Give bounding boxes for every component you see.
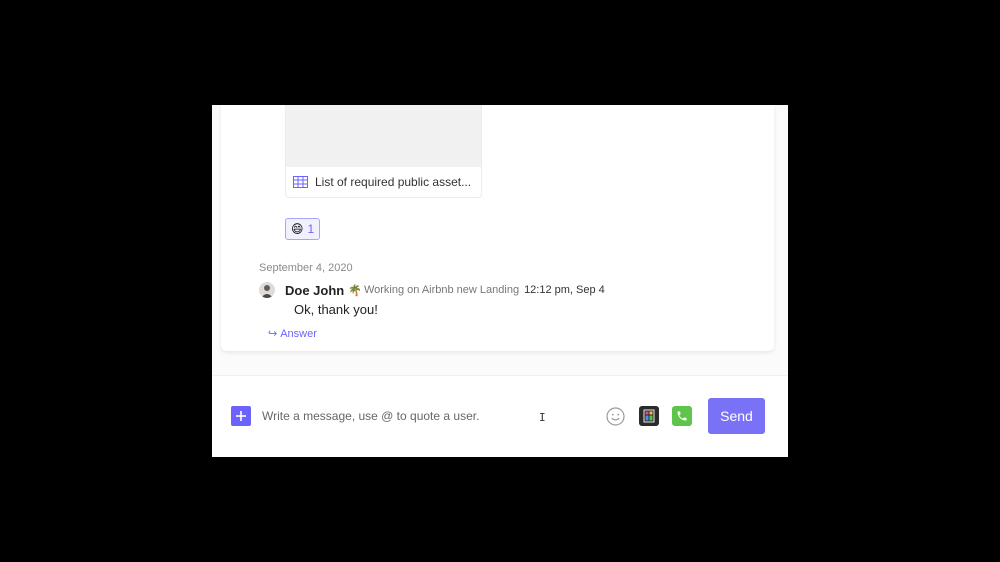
reaction-badge[interactable]: 😄 1 — [285, 218, 321, 240]
date-divider: September 4, 2020 — [259, 262, 353, 274]
message-thread: List of required public asset... 😄 1 Sep… — [221, 105, 774, 351]
document-button[interactable] — [639, 406, 659, 426]
user-status: Working on Airbnb new Landing — [363, 284, 520, 296]
add-attachment-button[interactable] — [231, 406, 251, 426]
message-timestamp: 12:12 pm, Sep 4 — [524, 284, 605, 296]
send-button[interactable]: Send — [708, 398, 765, 434]
attachment-row[interactable]: List of required public asset... — [286, 167, 481, 197]
document-icon — [643, 409, 655, 423]
text-cursor-icon: I — [539, 411, 546, 424]
call-button[interactable] — [672, 406, 692, 426]
attachment-card[interactable]: List of required public asset... — [285, 105, 482, 198]
answer-label: Answer — [280, 327, 317, 340]
attachment-preview[interactable] — [286, 105, 481, 167]
reply-arrow-icon: ↪ — [268, 328, 278, 340]
emoji-picker-button[interactable] — [606, 407, 625, 426]
reaction-count: 1 — [307, 222, 315, 236]
table-icon — [293, 176, 308, 188]
palm-tree-icon: 🌴 — [348, 284, 362, 297]
message-text: Ok, thank you! — [294, 302, 378, 317]
chat-window: List of required public asset... 😄 1 Sep… — [212, 105, 788, 457]
answer-link[interactable]: ↪ Answer — [268, 327, 317, 341]
grinning-face-icon: 😄 — [291, 222, 304, 236]
message-header: Doe John 🌴 Working on Airbnb new Landing… — [259, 282, 605, 298]
smiley-icon — [606, 407, 625, 426]
avatar[interactable] — [259, 282, 275, 298]
message-composer: I Send — [212, 375, 788, 457]
message-input[interactable] — [262, 406, 542, 426]
attachment-title: List of required public asset... — [315, 175, 472, 189]
author-name[interactable]: Doe John — [285, 283, 344, 298]
phone-icon — [677, 411, 687, 421]
plus-icon — [236, 411, 246, 421]
